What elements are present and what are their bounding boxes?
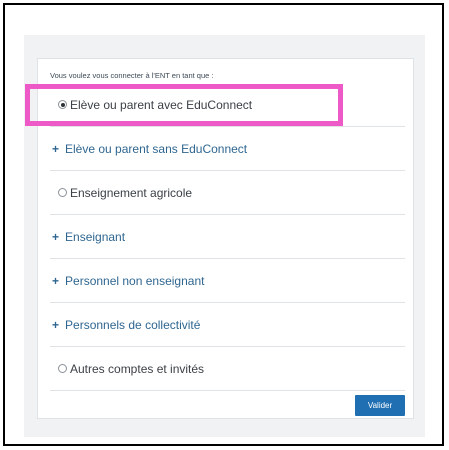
option-label: Personnel non enseignant xyxy=(65,273,205,288)
option-eleve-parent-sans-educonnect[interactable]: + Elève ou parent sans EduConnect xyxy=(50,127,405,171)
radio-unchecked-icon[interactable] xyxy=(58,188,67,197)
radio-checked-icon[interactable] xyxy=(58,100,67,109)
option-label: Autres comptes et invités xyxy=(70,361,205,376)
plus-icon: + xyxy=(52,141,60,156)
account-type-prompt: Vous voulez vous connecter à l'ENT en ta… xyxy=(50,71,214,80)
plus-icon: + xyxy=(52,273,60,288)
plus-icon: + xyxy=(52,317,60,332)
option-label: Elève ou parent avec EduConnect xyxy=(70,97,253,112)
option-personnel-non-enseignant[interactable]: + Personnel non enseignant xyxy=(50,259,405,303)
option-personnels-collectivite[interactable]: + Personnels de collectivité xyxy=(50,303,405,347)
option-label: Enseignant xyxy=(65,229,126,244)
account-type-card: Vous voulez vous connecter à l'ENT en ta… xyxy=(37,58,414,419)
option-label: Personnels de collectivité xyxy=(65,317,201,332)
option-autres-comptes-invites[interactable]: Autres comptes et invités xyxy=(50,347,405,391)
option-label: Elève ou parent sans EduConnect xyxy=(65,141,248,156)
plus-icon: + xyxy=(52,229,60,244)
valider-button[interactable]: Valider xyxy=(355,395,405,416)
option-enseignant[interactable]: + Enseignant xyxy=(50,215,405,259)
radio-unchecked-icon[interactable] xyxy=(58,364,67,373)
option-label: Enseignement agricole xyxy=(70,185,193,200)
option-enseignement-agricole[interactable]: Enseignement agricole xyxy=(50,171,405,215)
option-eleve-parent-educonnect[interactable]: Elève ou parent avec EduConnect xyxy=(50,83,405,127)
